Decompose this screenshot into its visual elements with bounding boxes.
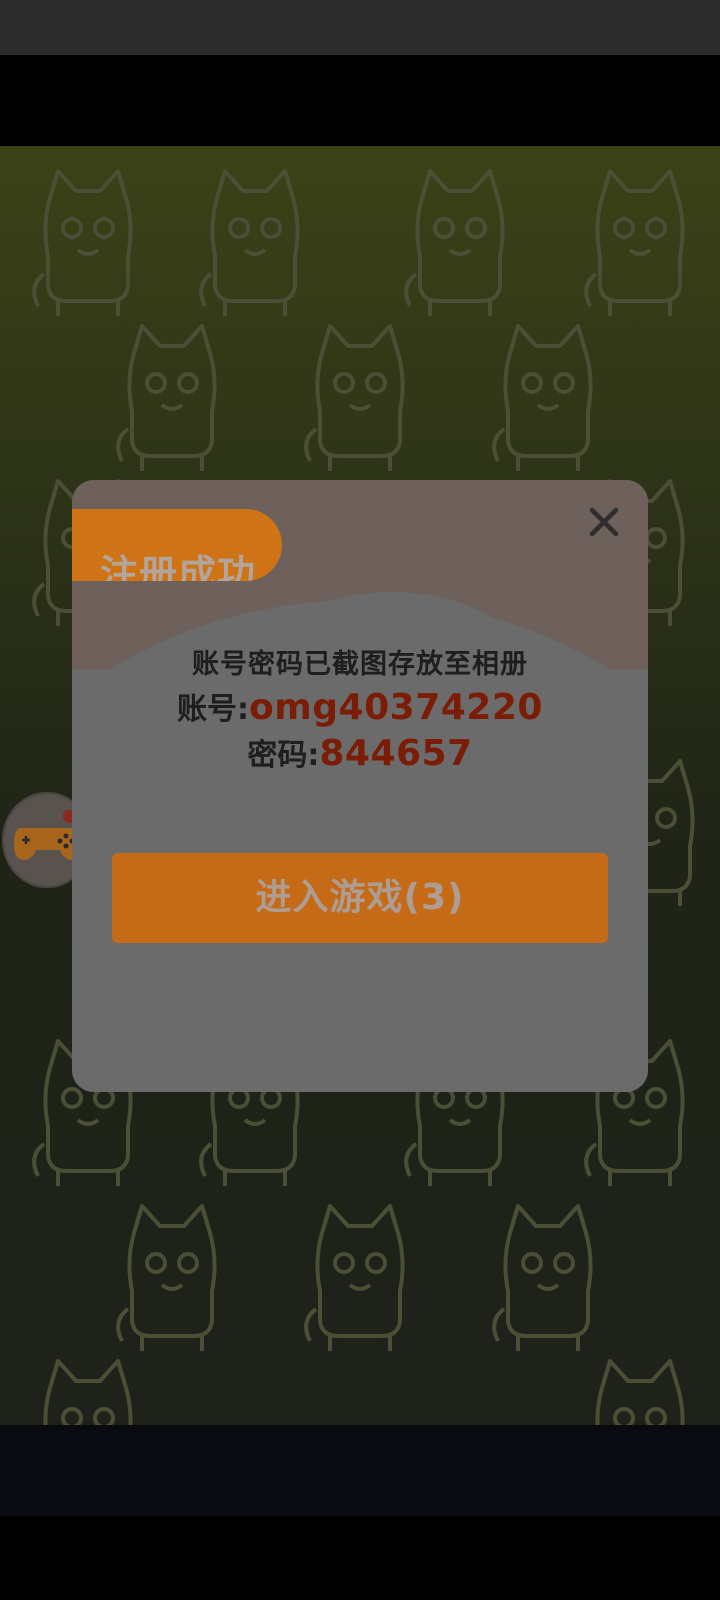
status-bar: [0, 0, 720, 55]
navigation-bar: [0, 1516, 720, 1600]
account-label: 账号:: [177, 692, 250, 727]
close-icon[interactable]: [584, 502, 624, 542]
password-line: 密码:844657: [72, 730, 648, 774]
bottom-band: [0, 1425, 720, 1516]
dialog-title: 注册成功: [100, 552, 257, 581]
account-line: 账号:omg40374220: [72, 684, 648, 728]
top-black-band: [0, 55, 720, 146]
password-value: 844657: [319, 733, 473, 774]
title-tab: 注册成功: [72, 509, 282, 581]
saved-to-album-message: 账号密码已截图存放至相册: [192, 649, 528, 680]
account-value: omg40374220: [249, 687, 543, 728]
password-label: 密码:: [247, 738, 320, 773]
register-success-dialog: 注册成功 账号密码已截图存放至相册 账号:omg40374220 密码:8446…: [72, 480, 648, 1092]
enter-game-button[interactable]: 进入游戏(3): [112, 853, 608, 943]
